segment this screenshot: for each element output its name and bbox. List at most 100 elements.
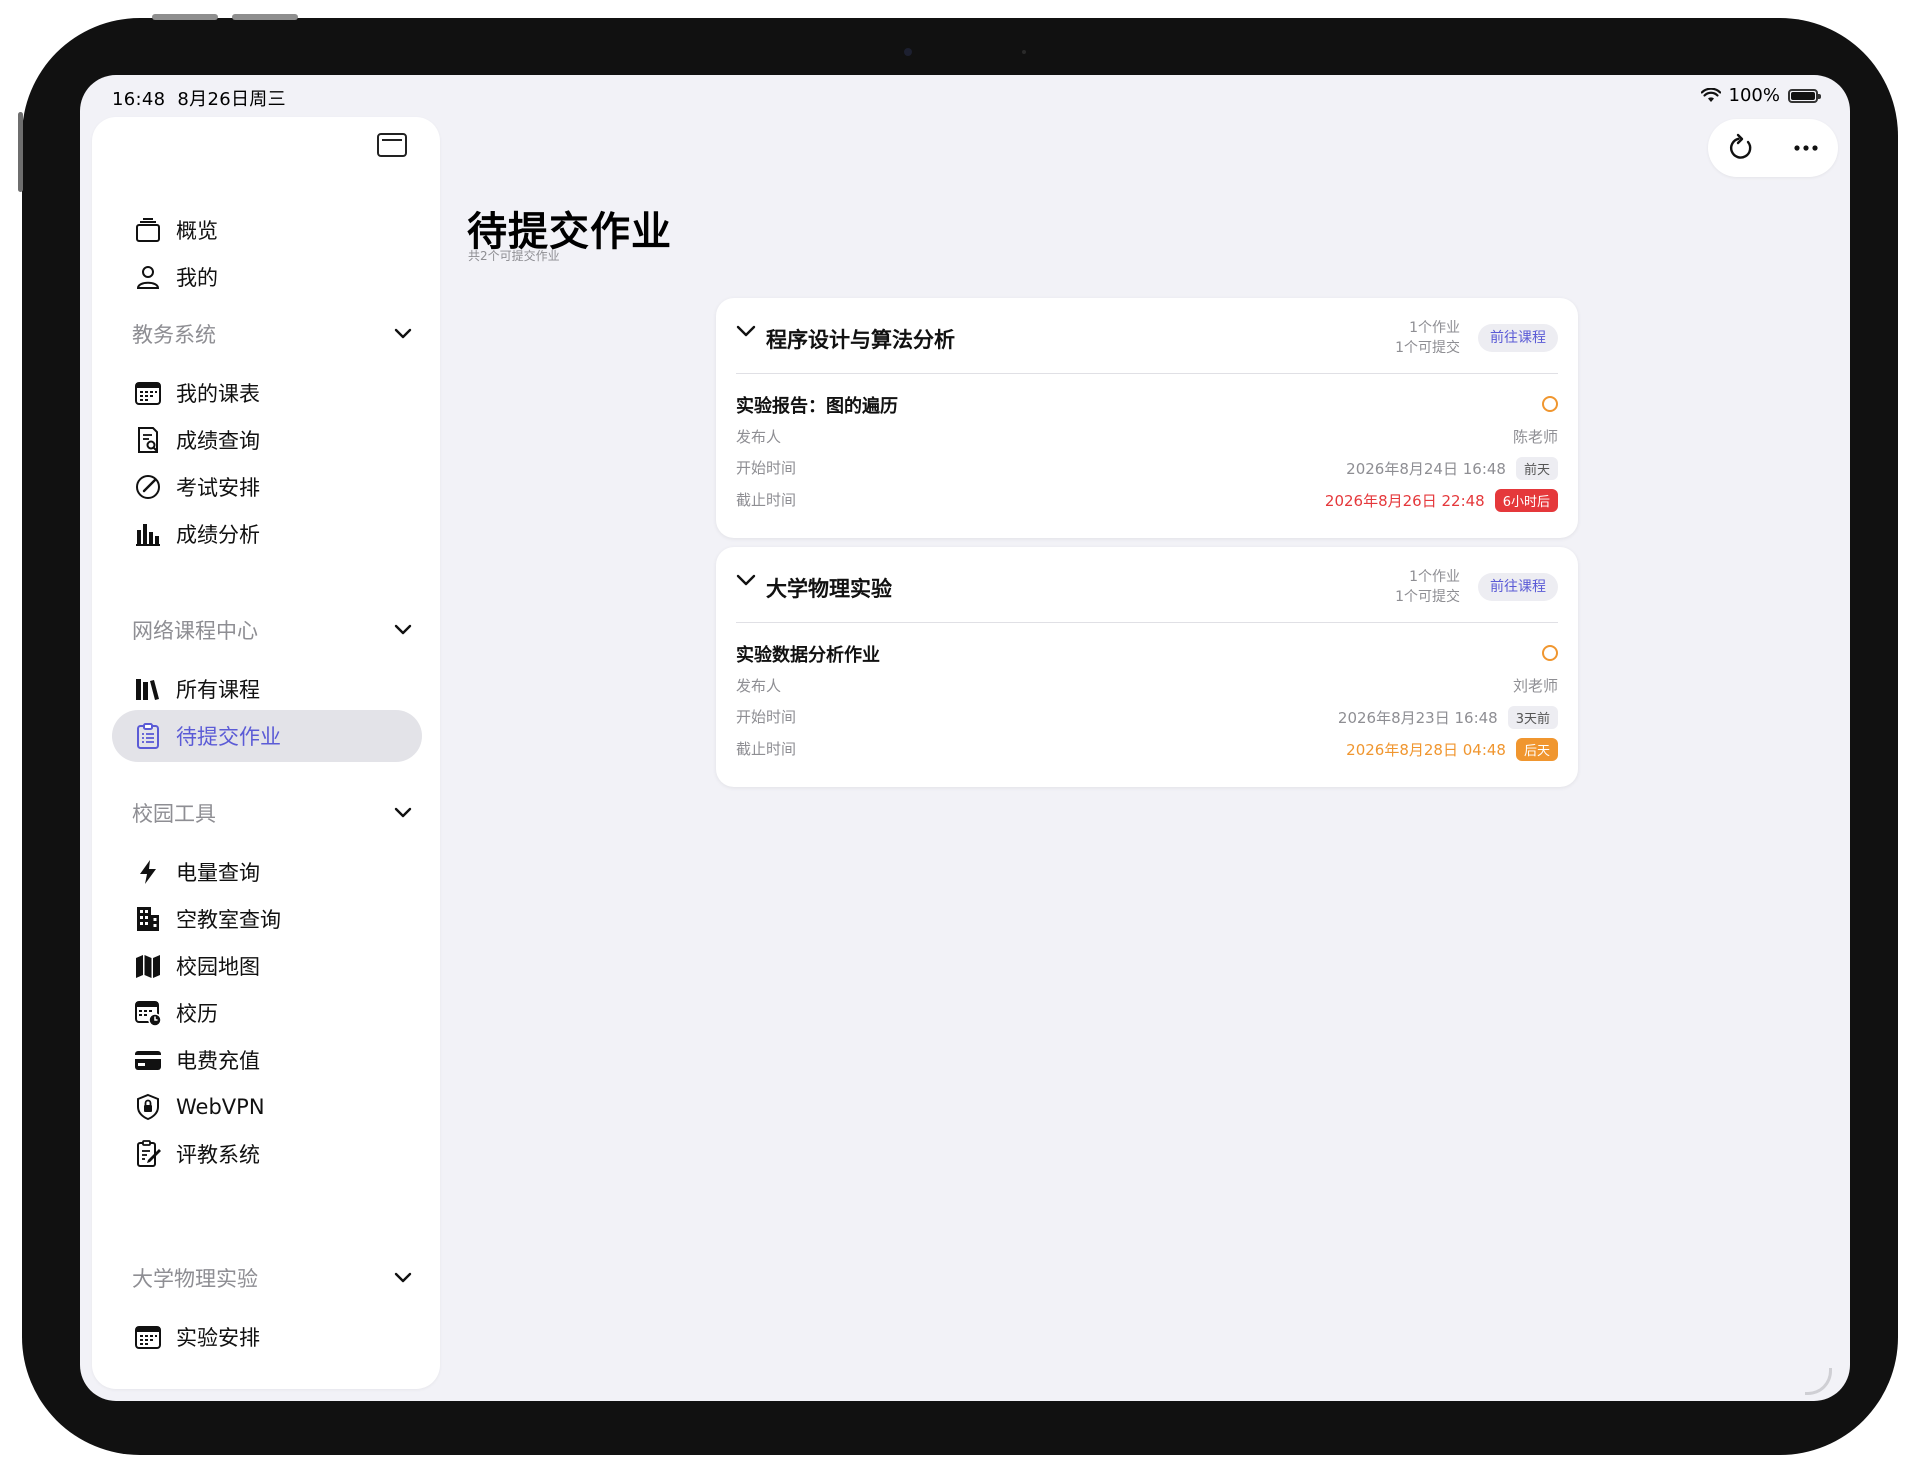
chevron-down-icon [394, 1272, 412, 1283]
clock: 16:48 [112, 89, 166, 110]
chevron-down-icon[interactable] [736, 573, 756, 587]
toolbar [1708, 119, 1838, 177]
sidebar-item-exams[interactable]: 考试安排 [112, 461, 422, 513]
goto-course-button[interactable]: 前往课程 [1478, 573, 1558, 601]
course-card: 大学物理实验 1个作业 1个可提交 前往课程 实验数据分析作业 发布人 刘老师 … [716, 547, 1578, 787]
front-camera [904, 48, 912, 56]
homework-count: 1个作业 [1409, 569, 1460, 585]
bar-chart-icon [132, 518, 164, 550]
sidebar-item-mine[interactable]: 我的 [112, 251, 422, 303]
status-time: 16:48 8月26日周三 [112, 85, 286, 111]
sidebar-item-teaching-evaluation[interactable]: 评教系统 [112, 1128, 422, 1180]
publisher-label: 发布人 [736, 677, 782, 695]
sidebar-item-label: 评教系统 [176, 1143, 260, 1167]
calendar-clock-icon [132, 997, 164, 1029]
course-meta: 1个作业 1个可提交 [1395, 567, 1460, 607]
sidebar-item-power-query[interactable]: 电量查询 [112, 846, 422, 898]
goto-course-button[interactable]: 前往课程 [1478, 324, 1558, 352]
sidebar-item-school-calendar[interactable]: 校历 [112, 987, 422, 1039]
clipboard-icon [132, 720, 164, 752]
due-relative-badge: 后天 [1515, 738, 1558, 761]
sidebar-item-electricity-recharge[interactable]: 电费充值 [112, 1034, 422, 1086]
more-icon[interactable] [1791, 133, 1821, 163]
course-card-header[interactable]: 大学物理实验 1个作业 1个可提交 前往课程 [736, 547, 1558, 623]
sidebar: 概览 我的 教务系统 我的课表 成绩查询 考试安排 成绩分析 网络课程中心 所有… [92, 117, 440, 1389]
sidebar-item-empty-classroom[interactable]: 空教室查询 [112, 893, 422, 945]
wifi-icon [1700, 88, 1721, 102]
map-icon [132, 950, 164, 982]
sidebar-item-webvpn[interactable]: WebVPN [112, 1081, 422, 1133]
sidebar-item-label: 校园地图 [176, 955, 260, 979]
homework-count: 1个作业 [1409, 320, 1460, 336]
publisher-value: 陈老师 [1513, 426, 1558, 447]
sidebar-item-all-courses[interactable]: 所有课程 [112, 663, 422, 715]
section-header-physics-lab[interactable]: 大学物理实验 [132, 1258, 412, 1298]
sidebar-item-label: 我的 [176, 266, 218, 290]
sidebar-item-grades[interactable]: 成绩查询 [112, 414, 422, 466]
sidebar-item-label: 电量查询 [176, 861, 260, 885]
start-time-value: 2026年8月23日 16:48 3天前 [1338, 706, 1558, 729]
volume-button [152, 14, 218, 20]
gauge-icon [132, 471, 164, 503]
publisher-row: 发布人 刘老师 [736, 673, 1558, 697]
start-time-label: 开始时间 [736, 708, 797, 726]
submittable-count: 1个可提交 [1395, 340, 1460, 356]
homework-name: 实验数据分析作业 [736, 645, 880, 666]
status-indicators: 100% [1700, 85, 1821, 106]
homework-name: 实验报告：图的遍历 [736, 396, 898, 417]
course-name: 大学物理实验 [766, 577, 892, 601]
start-relative-badge: 前天 [1515, 457, 1558, 480]
sidebar-item-label: 电费充值 [176, 1049, 260, 1073]
due-time-row: 截止时间 2026年8月26日 22:48 6小时后 [736, 487, 1558, 512]
publisher-name: 陈老师 [1512, 428, 1558, 446]
resize-handle[interactable] [1805, 1368, 1832, 1395]
screen: 16:48 8月26日周三 100% 概览 我的 教务系统 我的课表 成绩查询 … [80, 75, 1850, 1401]
section-header-campus-tools[interactable]: 校园工具 [132, 793, 412, 833]
sidebar-item-label: 待提交作业 [176, 725, 281, 749]
due-time-value: 2026年8月26日 22:48 6小时后 [1325, 489, 1558, 512]
homework-item[interactable]: 实验数据分析作业 发布人 刘老师 开始时间 2026年8月23日 16:48 3天… [736, 623, 1558, 787]
section-header-academic[interactable]: 教务系统 [132, 314, 412, 354]
start-time-row: 开始时间 2026年8月23日 16:48 3天前 [736, 704, 1558, 729]
sidebar-item-pending-homework[interactable]: 待提交作业 [112, 710, 422, 762]
sidebar-item-label: 成绩查询 [176, 429, 260, 453]
sidebar-item-campus-map[interactable]: 校园地图 [112, 940, 422, 992]
due-time-value: 2026年8月28日 04:48 后天 [1346, 738, 1558, 761]
building-icon [132, 903, 164, 935]
sensor [1022, 50, 1026, 54]
bolt-icon [132, 856, 164, 888]
section-title: 网络课程中心 [132, 619, 258, 643]
due-time: 2026年8月26日 22:48 [1324, 492, 1485, 510]
sidebar-item-label: 所有课程 [176, 678, 260, 702]
sidebar-item-label: 空教室查询 [176, 908, 281, 932]
calendar-icon [132, 1321, 164, 1353]
chevron-down-icon [394, 807, 412, 818]
start-time: 2026年8月24日 16:48 [1346, 460, 1506, 478]
publisher-row: 发布人 陈老师 [736, 424, 1558, 448]
sidebar-item-label: 我的课表 [176, 382, 260, 406]
start-time-row: 开始时间 2026年8月24日 16:48 前天 [736, 455, 1558, 480]
publisher-label: 发布人 [736, 428, 782, 446]
sidebar-item-analysis[interactable]: 成绩分析 [112, 508, 422, 560]
volume-button [232, 14, 298, 20]
start-relative-badge: 3天前 [1507, 706, 1558, 729]
course-card: 程序设计与算法分析 1个作业 1个可提交 前往课程 实验报告：图的遍历 发布人 … [716, 298, 1578, 538]
pending-status-icon [1542, 645, 1558, 661]
doc-search-icon [132, 424, 164, 456]
refresh-icon[interactable] [1726, 133, 1756, 163]
side-button [18, 112, 23, 192]
overview-icon [132, 214, 164, 246]
sidebar-item-timetable[interactable]: 我的课表 [112, 367, 422, 419]
course-card-header[interactable]: 程序设计与算法分析 1个作业 1个可提交 前往课程 [736, 298, 1558, 374]
chevron-down-icon[interactable] [736, 324, 756, 338]
section-header-online-courses[interactable]: 网络课程中心 [132, 610, 412, 650]
start-time-value: 2026年8月24日 16:48 前天 [1346, 457, 1558, 480]
sidebar-toggle-icon[interactable] [377, 133, 407, 157]
doc-edit-icon [132, 1138, 164, 1170]
submittable-count: 1个可提交 [1395, 589, 1460, 605]
sidebar-item-overview[interactable]: 概览 [112, 204, 422, 256]
sidebar-item-lab-schedule[interactable]: 实验安排 [112, 1311, 422, 1363]
homework-item[interactable]: 实验报告：图的遍历 发布人 陈老师 开始时间 2026年8月24日 16:48 前… [736, 374, 1558, 538]
course-meta: 1个作业 1个可提交 [1395, 318, 1460, 358]
person-icon [132, 261, 164, 293]
